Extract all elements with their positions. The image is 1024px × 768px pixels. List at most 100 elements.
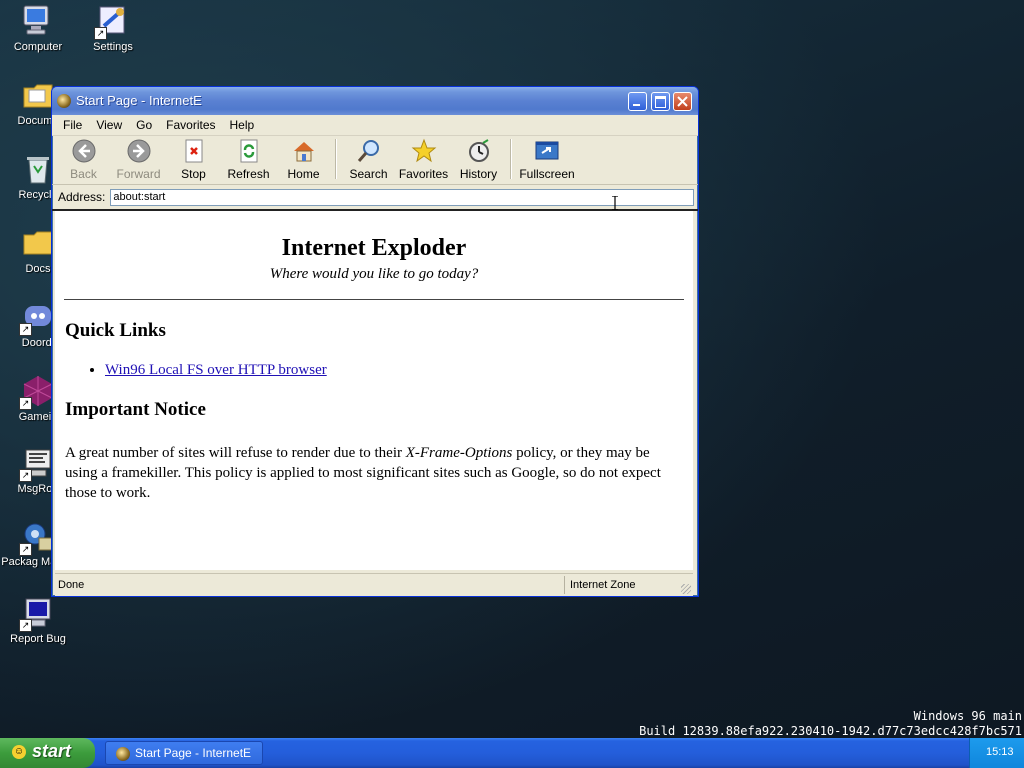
- list-item: Win96 Local FS over HTTP browser: [105, 362, 693, 379]
- start-label: start: [32, 741, 72, 761]
- recycle-bin-icon: [21, 152, 55, 186]
- status-text: Done: [58, 579, 85, 591]
- browser-window: Start Page - InternetE File View Go Favo…: [51, 86, 699, 597]
- search-button[interactable]: Search: [341, 136, 396, 181]
- desktop-icon-report-bug[interactable]: ↗ Report Bug: [0, 596, 76, 645]
- divider: [64, 299, 684, 300]
- build-watermark: Windows 96 main Build 12839.88efa922.230…: [639, 709, 1022, 739]
- resize-grip[interactable]: [681, 584, 691, 594]
- shortcut-arrow-icon: ↗: [19, 543, 32, 556]
- build-number: Build 12839.88efa922.230410-1942.d77c73e…: [639, 724, 1022, 738]
- menu-go[interactable]: Go: [129, 118, 159, 132]
- quick-links-list: Win96 Local FS over HTTP browser: [55, 362, 693, 379]
- documents-folder-icon: [21, 78, 55, 112]
- quick-links-heading: Quick Links: [65, 320, 166, 341]
- start-logo-icon: ☺: [12, 745, 26, 759]
- close-icon: [677, 96, 688, 107]
- notice-paragraph: A great number of sites will refuse to r…: [65, 443, 683, 503]
- shortcut-arrow-icon: ↗: [19, 469, 32, 482]
- menu-view[interactable]: View: [89, 118, 129, 132]
- fullscreen-icon: [535, 141, 559, 160]
- notice-heading: Important Notice: [65, 399, 206, 420]
- home-label: Home: [287, 167, 320, 181]
- back-arrow-icon: [72, 139, 95, 163]
- computer-icon: [21, 4, 55, 38]
- text-cursor-icon: [612, 196, 618, 210]
- address-label: Address:: [58, 190, 106, 204]
- refresh-icon: [240, 139, 257, 163]
- menu-favorites[interactable]: Favorites: [159, 118, 222, 132]
- refresh-button[interactable]: Refresh: [221, 136, 276, 181]
- search-icon: [357, 140, 379, 162]
- window-title: Start Page - InternetE: [76, 93, 202, 108]
- start-button[interactable]: ☺ start: [0, 738, 95, 768]
- shortcut-arrow-icon: ↗: [19, 619, 32, 632]
- history-label: History: [459, 167, 498, 181]
- favorites-label: Favorites: [398, 167, 449, 181]
- back-button[interactable]: Back: [56, 136, 111, 181]
- status-bar: Done Internet Zone: [55, 573, 693, 596]
- desktop-icon-settings[interactable]: ↗ Settings: [75, 4, 151, 53]
- forward-label: Forward: [116, 167, 161, 181]
- address-bar: Address:: [52, 185, 698, 211]
- desktop-icon-label: Settings: [93, 41, 133, 53]
- back-label: Back: [70, 167, 97, 181]
- page-content: Internet Exploder Where would you like t…: [55, 211, 693, 570]
- system-tray: 15:13: [969, 738, 1024, 768]
- browser-app-icon: [57, 94, 71, 108]
- favorites-button[interactable]: Favorites: [396, 136, 451, 181]
- notice-emphasis: X-Frame-Options: [405, 445, 513, 461]
- menu-bar: File View Go Favorites Help: [52, 115, 698, 136]
- quick-link-win96-fs[interactable]: Win96 Local FS over HTTP browser: [105, 362, 327, 378]
- taskbar-item-browser[interactable]: Start Page - InternetE: [105, 741, 263, 765]
- stop-icon: [185, 139, 202, 163]
- folder-icon: [21, 226, 55, 260]
- message-room-icon: ↗: [19, 446, 55, 482]
- taskbar: ☺ start Start Page - InternetE 15:13: [0, 738, 1024, 768]
- status-divider: [564, 576, 565, 594]
- history-button[interactable]: History: [451, 136, 506, 181]
- package-manager-icon: ↗: [19, 520, 55, 556]
- search-label: Search: [349, 167, 388, 181]
- fullscreen-label: Fullscreen: [519, 167, 575, 181]
- home-icon: [293, 142, 314, 162]
- close-button[interactable]: [673, 92, 692, 111]
- desktop-icon-label: Computer: [13, 41, 63, 53]
- page-heading: Internet Exploder: [281, 235, 467, 261]
- build-os-name: Windows 96 main: [913, 709, 1022, 723]
- report-bug-icon: ↗: [19, 596, 55, 632]
- fullscreen-button[interactable]: Fullscreen: [516, 136, 578, 181]
- minimize-button[interactable]: [628, 92, 647, 111]
- security-zone: Internet Zone: [570, 579, 636, 591]
- maximize-icon: [655, 96, 666, 108]
- refresh-label: Refresh: [227, 167, 270, 181]
- taskbar-item-label: Start Page - InternetE: [135, 746, 252, 760]
- maximize-button[interactable]: [651, 92, 670, 111]
- title-bar[interactable]: Start Page - InternetE: [52, 87, 698, 115]
- desktop-icon-label: Report Bug: [10, 633, 66, 645]
- toolbar-separator: [510, 139, 512, 179]
- clock[interactable]: 15:13: [986, 746, 1014, 758]
- menu-help[interactable]: Help: [223, 118, 262, 132]
- desktop-icon-computer[interactable]: Computer: [0, 4, 76, 53]
- address-input[interactable]: [110, 188, 695, 206]
- stop-label: Stop: [181, 167, 206, 181]
- stop-button[interactable]: Stop: [166, 136, 221, 181]
- settings-icon: ↗: [94, 4, 130, 40]
- shortcut-arrow-icon: ↗: [19, 397, 32, 410]
- shortcut-arrow-icon: ↗: [94, 27, 107, 40]
- page-subheading: Where would you like to go today?: [269, 266, 479, 282]
- notice-text-part1: A great number of sites will refuse to r…: [65, 445, 406, 461]
- forward-button[interactable]: Forward: [111, 136, 166, 181]
- history-icon: [468, 139, 489, 162]
- star-icon: [411, 138, 436, 163]
- toolbar: Back Forward Stop Refresh Home Search Fa…: [52, 136, 698, 185]
- chat-app-icon: ↗: [19, 300, 55, 336]
- minimize-icon: [633, 104, 640, 106]
- menu-file[interactable]: File: [56, 118, 89, 132]
- game-icon: ↗: [19, 374, 55, 410]
- toolbar-separator: [335, 139, 337, 179]
- forward-arrow-icon: [127, 139, 150, 163]
- shortcut-arrow-icon: ↗: [19, 323, 32, 336]
- home-button[interactable]: Home: [276, 136, 331, 181]
